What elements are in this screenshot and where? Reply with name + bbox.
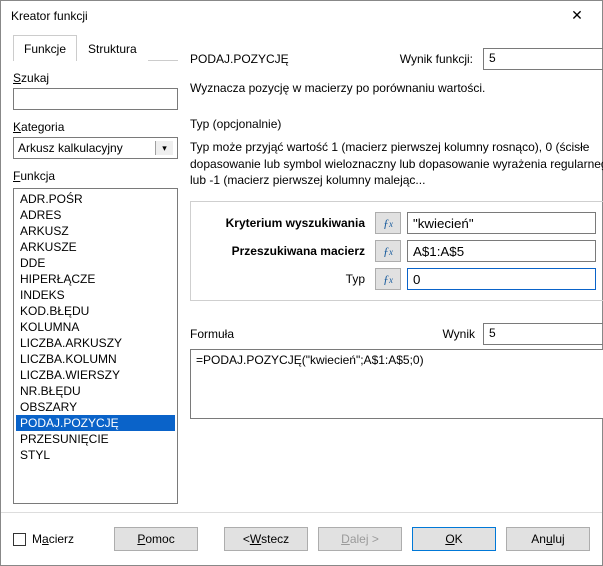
window-title: Kreator funkcji xyxy=(11,9,88,23)
function-name: PODAJ.POZYCJĘ xyxy=(190,52,310,66)
function-listbox[interactable]: ADR.POŚRADRESARKUSZARKUSZEDDEHIPERŁĄCZEI… xyxy=(13,188,178,504)
function-item[interactable]: LICZBA.WIERSZY xyxy=(16,367,175,383)
category-combo[interactable]: Arkusz kalkulacyjny ▾ xyxy=(13,137,178,159)
cancel-button[interactable]: Anuluj xyxy=(506,527,590,551)
result-label: Wynik xyxy=(442,327,475,341)
function-item[interactable]: KOLUMNA xyxy=(16,319,175,335)
checkbox-icon xyxy=(13,533,26,546)
search-input[interactable] xyxy=(13,88,178,110)
argument-input[interactable] xyxy=(407,240,596,262)
function-item[interactable]: DDE xyxy=(16,255,175,271)
function-item[interactable]: ARKUSZ xyxy=(16,223,175,239)
argument-row: Kryterium wyszukiwania ƒx xyxy=(199,212,603,234)
chevron-down-icon[interactable]: ▾ xyxy=(155,141,173,155)
category-label: Kategoria xyxy=(13,120,178,134)
function-item[interactable]: NR.BŁĘDU xyxy=(16,383,175,399)
result-value: 5 xyxy=(483,323,603,345)
function-item[interactable]: KOD.BŁĘDU xyxy=(16,303,175,319)
function-item[interactable]: PODAJ.POZYCJĘ xyxy=(16,415,175,431)
param-description: Typ może przyjąć wartość 1 (macierz pier… xyxy=(190,139,603,189)
category-value: Arkusz kalkulacyjny xyxy=(18,141,155,155)
next-button: Dalej > xyxy=(318,527,402,551)
function-result-value: 5 xyxy=(483,48,603,70)
function-item[interactable]: LICZBA.ARKUSZY xyxy=(16,335,175,351)
function-item[interactable]: ADRES xyxy=(16,207,175,223)
arguments-group: Kryterium wyszukiwaniaƒxPrzeszukiwana ma… xyxy=(190,201,603,301)
right-panel: PODAJ.POZYCJĘ Wynik funkcji: 5 Wyznacza … xyxy=(190,30,603,504)
function-label: Funkcja xyxy=(13,169,178,183)
close-icon[interactable]: ✕ xyxy=(562,7,592,24)
argument-label: Przeszukiwana macierz xyxy=(199,244,369,258)
tab-structure[interactable]: Struktura xyxy=(77,35,148,61)
fx-icon[interactable]: ƒx xyxy=(375,268,401,290)
argument-input[interactable] xyxy=(407,212,596,234)
titlebar: Kreator funkcji ✕ xyxy=(1,1,602,30)
matrix-checkbox[interactable]: Macierz xyxy=(13,532,74,546)
argument-row: Typƒx xyxy=(199,268,603,290)
help-button[interactable]: Pomoc xyxy=(114,527,198,551)
function-item[interactable]: LICZBA.KOLUMN xyxy=(16,351,175,367)
formula-label: Formuła xyxy=(190,327,434,341)
argument-label: Typ xyxy=(199,272,369,286)
argument-input[interactable] xyxy=(407,268,596,290)
function-item[interactable]: PRZESUNIĘCIE xyxy=(16,431,175,447)
function-result-label: Wynik funkcji: xyxy=(400,52,473,66)
function-description: Wyznacza pozycję w macierzy po porównani… xyxy=(190,80,603,97)
argument-label: Kryterium wyszukiwania xyxy=(199,216,369,230)
fx-icon[interactable]: ƒx xyxy=(375,240,401,262)
tab-functions[interactable]: Funkcje xyxy=(13,35,77,61)
function-wizard-dialog: Kreator funkcji ✕ Funkcje Struktura Szuk… xyxy=(0,0,603,566)
tab-bar: Funkcje Struktura xyxy=(13,34,178,61)
footer: Macierz Pomoc < Wstecz Dalej > OK Anuluj xyxy=(1,512,602,565)
function-item[interactable]: STYL xyxy=(16,447,175,463)
matrix-label: Macierz xyxy=(32,532,74,546)
back-button[interactable]: < Wstecz xyxy=(224,527,308,551)
left-panel: Funkcje Struktura Szukaj Kategoria Arkus… xyxy=(13,30,178,504)
function-item[interactable]: INDEKS xyxy=(16,287,175,303)
argument-row: Przeszukiwana macierz ƒx xyxy=(199,240,603,262)
function-item[interactable]: HIPERŁĄCZE xyxy=(16,271,175,287)
function-item[interactable]: ADR.POŚR xyxy=(16,191,175,207)
search-label: Szukaj xyxy=(13,71,178,85)
ok-button[interactable]: OK xyxy=(412,527,496,551)
formula-input[interactable] xyxy=(190,349,603,419)
function-item[interactable]: OBSZARY xyxy=(16,399,175,415)
function-item[interactable]: ARKUSZE xyxy=(16,239,175,255)
fx-icon[interactable]: ƒx xyxy=(375,212,401,234)
param-section-label: Typ (opcjonalnie) xyxy=(190,117,603,131)
